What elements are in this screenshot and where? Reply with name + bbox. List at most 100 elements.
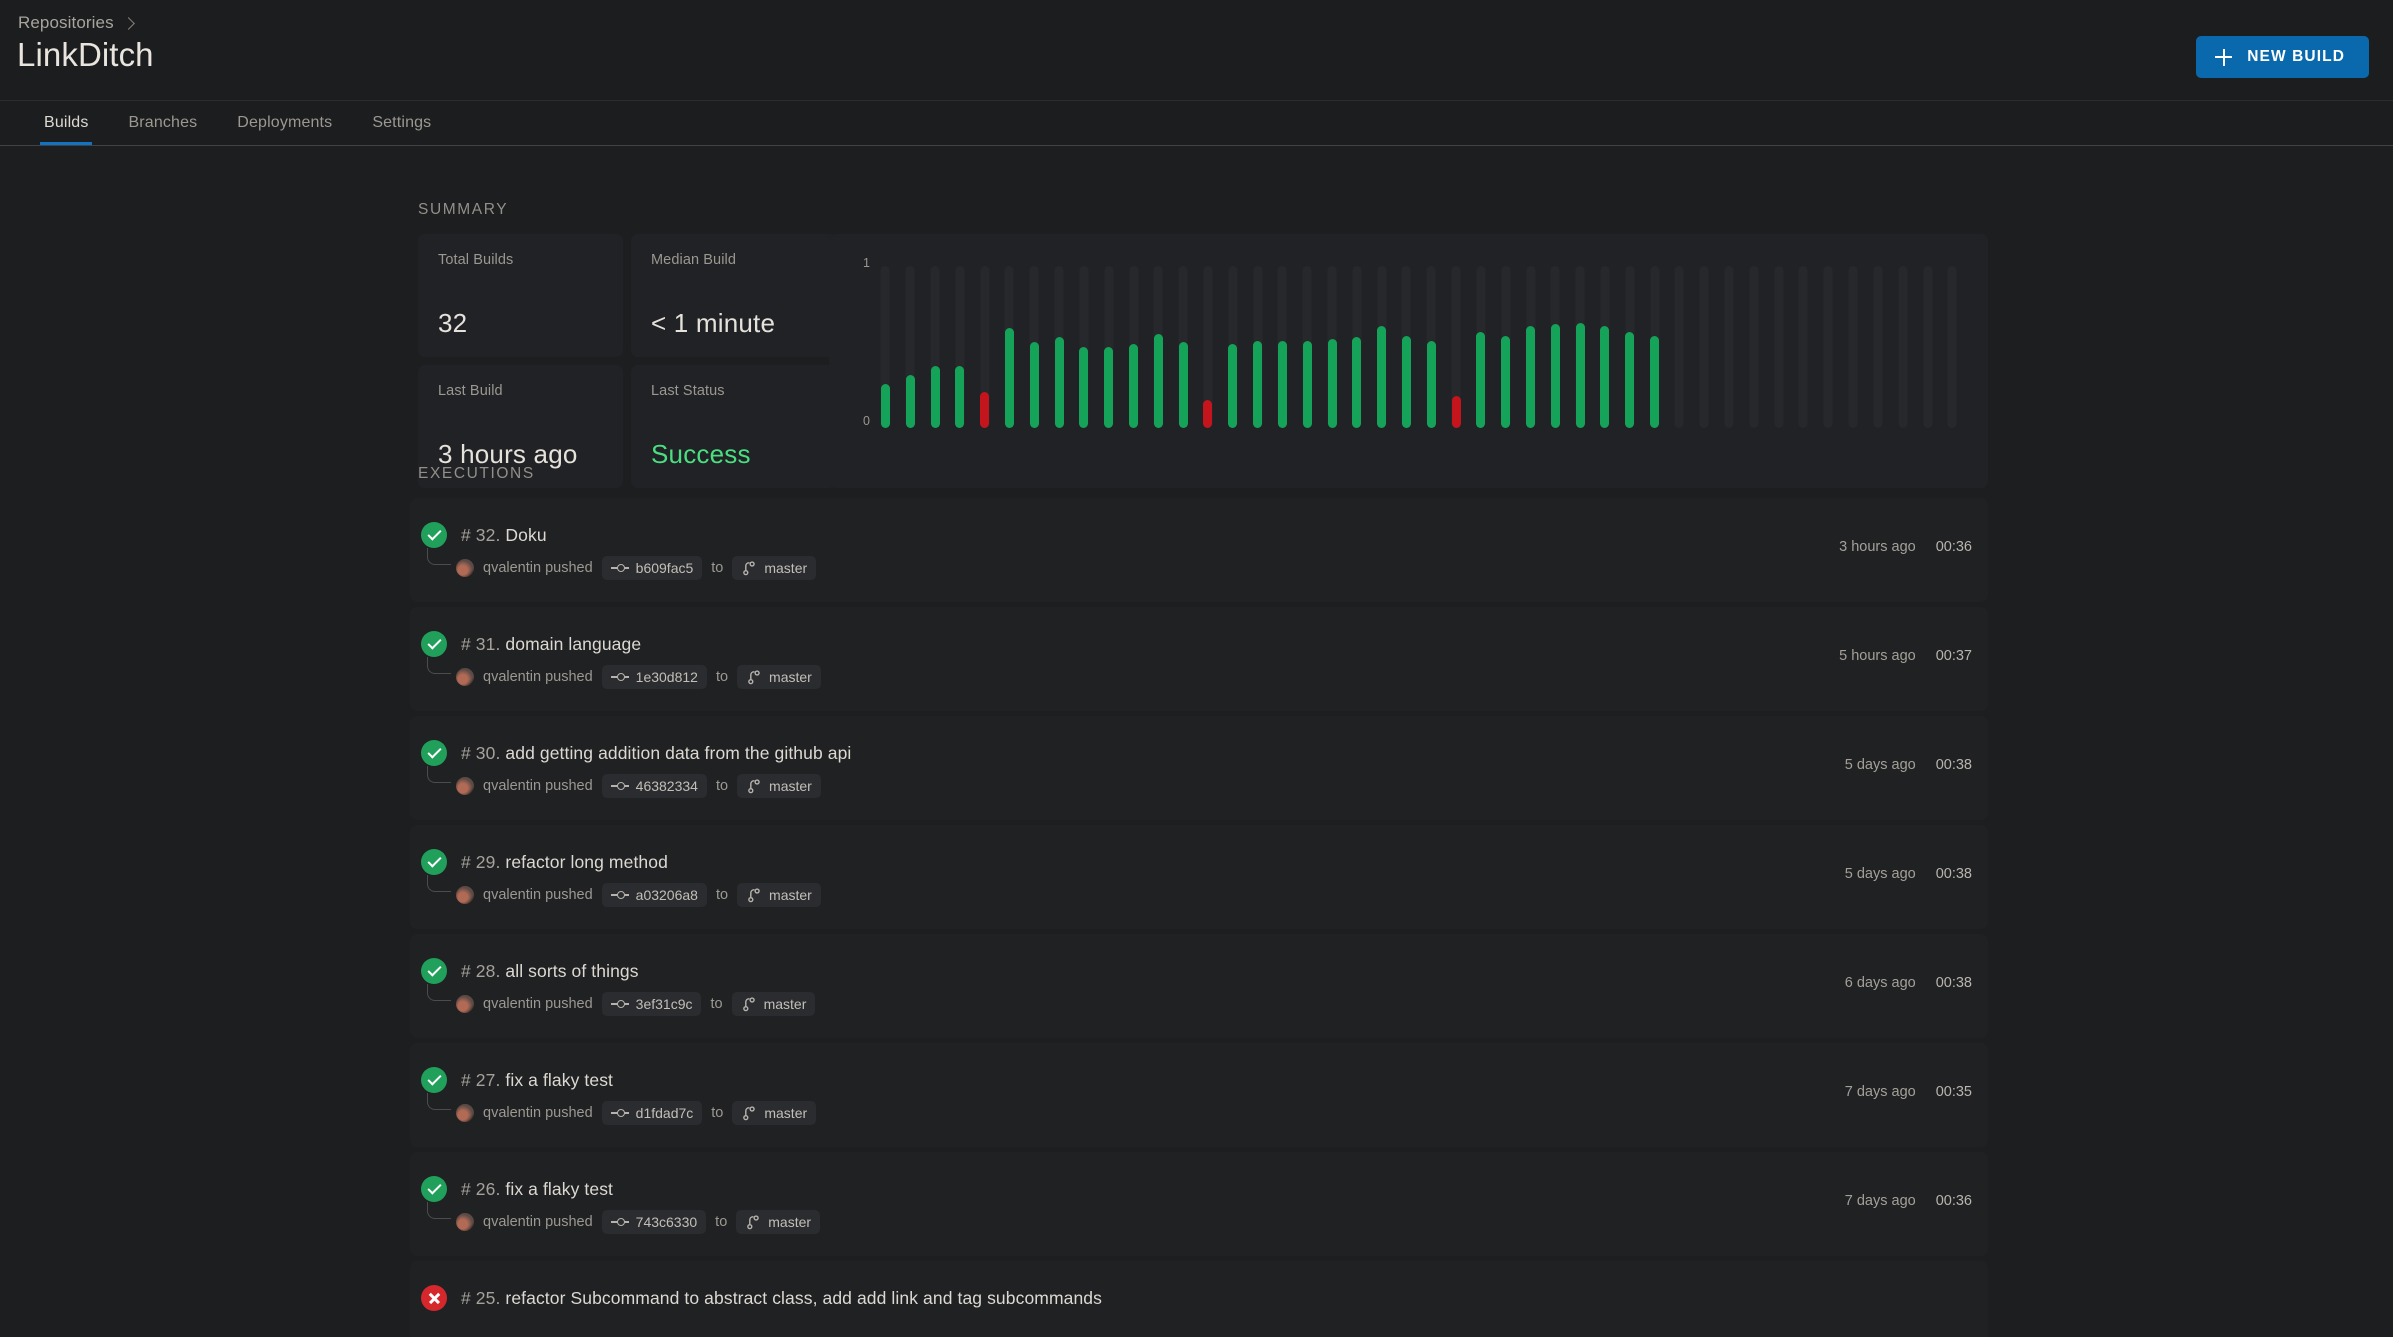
branch-pill[interactable]: master xyxy=(731,992,816,1016)
tab-settings[interactable]: Settings xyxy=(352,101,451,145)
chart-bar-slot[interactable] xyxy=(1419,266,1444,428)
chart-bar-slot[interactable] xyxy=(873,266,898,428)
chart-bar-slot[interactable] xyxy=(1766,266,1791,428)
chart-bar-slot[interactable] xyxy=(1469,266,1494,428)
chart-bar-slot[interactable] xyxy=(1171,266,1196,428)
chart-bar-slot[interactable] xyxy=(997,266,1022,428)
chart-bar-slot[interactable] xyxy=(1617,266,1642,428)
chart-bar-slot[interactable] xyxy=(1320,266,1345,428)
chart-bar-success[interactable] xyxy=(905,374,915,428)
tab-builds[interactable]: Builds xyxy=(24,101,108,145)
chart-bar-slot[interactable] xyxy=(1047,266,1072,428)
chart-bar-slot[interactable] xyxy=(1816,266,1841,428)
chart-bar-success[interactable] xyxy=(1575,322,1585,428)
chart-bar-slot[interactable] xyxy=(972,266,997,428)
chart-bar-success[interactable] xyxy=(1401,335,1411,428)
chart-bar-slot[interactable] xyxy=(1890,266,1915,428)
chart-bar-slot[interactable] xyxy=(1369,266,1394,428)
chart-bar-success[interactable] xyxy=(1550,324,1560,428)
chart-bar-slot[interactable] xyxy=(1072,266,1097,428)
chart-bar-success[interactable] xyxy=(1501,335,1511,428)
chart-bar-slot[interactable] xyxy=(1543,266,1568,428)
execution-row[interactable]: # 29. refactor long method qvalentin push… xyxy=(410,825,1988,929)
chart-bar-slot[interactable] xyxy=(1692,266,1717,428)
commit-pill[interactable]: 46382334 xyxy=(601,774,707,798)
chart-bar-slot[interactable] xyxy=(1915,266,1940,428)
chart-bar-slot[interactable] xyxy=(1220,266,1245,428)
commit-pill[interactable]: 3ef31c9c xyxy=(601,992,702,1016)
chart-bar-slot[interactable] xyxy=(947,266,972,428)
chart-bar-success[interactable] xyxy=(1600,325,1610,428)
chart-bar-slot[interactable] xyxy=(1196,266,1221,428)
tab-deployments[interactable]: Deployments xyxy=(217,101,352,145)
chart-bar-slot[interactable] xyxy=(1022,266,1047,428)
branch-pill[interactable]: master xyxy=(736,1210,821,1234)
chart-bar-slot[interactable] xyxy=(1518,266,1543,428)
chart-bar-success[interactable] xyxy=(1526,325,1536,428)
chart-bar-slot[interactable] xyxy=(1593,266,1618,428)
chart-bar-slot[interactable] xyxy=(1295,266,1320,428)
chart-bar-success[interactable] xyxy=(1029,342,1039,428)
chart-bar-failure[interactable] xyxy=(1203,400,1213,428)
branch-pill[interactable]: master xyxy=(737,665,821,689)
chart-bar-success[interactable] xyxy=(1426,340,1436,428)
commit-pill[interactable]: 743c6330 xyxy=(601,1210,707,1234)
chart-bar-success[interactable] xyxy=(1104,347,1114,428)
chart-bar-slot[interactable] xyxy=(1344,266,1369,428)
chart-bar-slot[interactable] xyxy=(923,266,948,428)
chart-bar-slot[interactable] xyxy=(898,266,923,428)
branch-pill[interactable]: master xyxy=(732,1101,817,1125)
chart-bar-slot[interactable] xyxy=(1642,266,1667,428)
chart-bar-slot[interactable] xyxy=(1866,266,1891,428)
execution-row[interactable]: # 25. refactor Subcommand to abstract cl… xyxy=(410,1261,1988,1337)
chart-bar-success[interactable] xyxy=(1129,343,1139,428)
chart-bar-success[interactable] xyxy=(1004,327,1014,428)
chart-bar-success[interactable] xyxy=(1476,332,1486,428)
chart-bar-slot[interactable] xyxy=(1841,266,1866,428)
chart-bar-success[interactable] xyxy=(930,366,940,428)
chart-bar-success[interactable] xyxy=(1302,340,1312,428)
chart-bar-success[interactable] xyxy=(955,366,965,428)
tab-branches[interactable]: Branches xyxy=(108,101,217,145)
new-build-button[interactable]: NEW BUILD xyxy=(2196,36,2369,78)
branch-pill[interactable]: master xyxy=(737,774,821,798)
chart-bar-slot[interactable] xyxy=(1245,266,1270,428)
chart-bar-slot[interactable] xyxy=(1667,266,1692,428)
execution-row[interactable]: # 27. fix a flaky test qvalentin pushed d1… xyxy=(410,1043,1988,1147)
chart-bar-success[interactable] xyxy=(1054,337,1064,428)
chart-bar-success[interactable] xyxy=(1352,337,1362,428)
chart-bar-success[interactable] xyxy=(1178,342,1188,428)
chart-bar-slot[interactable] xyxy=(1717,266,1742,428)
chart-bar-success[interactable] xyxy=(880,384,890,428)
execution-row[interactable]: # 26. fix a flaky test qvalentin pushed 74… xyxy=(410,1152,1988,1256)
chart-bar-slot[interactable] xyxy=(1568,266,1593,428)
execution-row[interactable]: # 28. all sorts of things qvalentin pushe… xyxy=(410,934,1988,1038)
commit-pill[interactable]: b609fac5 xyxy=(601,556,703,580)
execution-row[interactable]: # 30. add getting addition data from the… xyxy=(410,716,1988,820)
chart-bar-success[interactable] xyxy=(1650,335,1660,428)
chart-bar-failure[interactable] xyxy=(980,392,990,428)
chart-bar-slot[interactable] xyxy=(1444,266,1469,428)
breadcrumb-repositories-link[interactable]: Repositories xyxy=(18,13,114,33)
chart-bar-slot[interactable] xyxy=(1270,266,1295,428)
chart-bar-slot[interactable] xyxy=(1493,266,1518,428)
chart-bar-slot[interactable] xyxy=(1394,266,1419,428)
chart-bar-success[interactable] xyxy=(1079,347,1089,428)
branch-pill[interactable]: master xyxy=(732,556,817,580)
chart-bar-success[interactable] xyxy=(1377,325,1387,428)
chart-bar-failure[interactable] xyxy=(1451,395,1461,428)
chart-bar-success[interactable] xyxy=(1327,338,1337,428)
execution-row[interactable]: # 32. Doku qvalentin pushed b609fac5 to mast… xyxy=(410,498,1988,602)
chart-bar-success[interactable] xyxy=(1253,340,1263,428)
chart-bar-slot[interactable] xyxy=(1096,266,1121,428)
chart-bar-success[interactable] xyxy=(1228,343,1238,428)
chart-bar-success[interactable] xyxy=(1153,334,1163,428)
chart-bar-slot[interactable] xyxy=(1146,266,1171,428)
chart-bar-slot[interactable] xyxy=(1791,266,1816,428)
execution-row[interactable]: # 31. domain language qvalentin pushed 1e3… xyxy=(410,607,1988,711)
commit-pill[interactable]: a03206a8 xyxy=(601,883,707,907)
chart-bar-slot[interactable] xyxy=(1940,266,1965,428)
chart-bar-success[interactable] xyxy=(1625,332,1635,428)
branch-pill[interactable]: master xyxy=(737,883,821,907)
commit-pill[interactable]: 1e30d812 xyxy=(601,665,707,689)
